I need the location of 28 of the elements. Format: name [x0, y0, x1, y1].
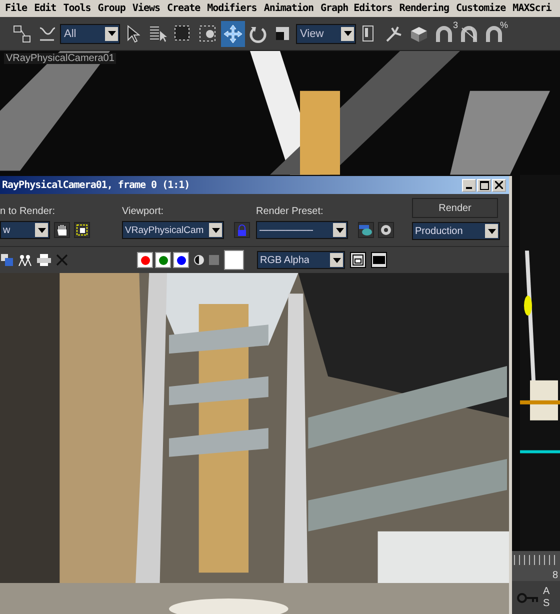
magnet-icon — [436, 26, 452, 42]
move-icon — [223, 24, 243, 44]
menu-item[interactable]: Group — [98, 3, 126, 14]
menu-item[interactable]: Customize — [456, 3, 506, 14]
tool-button[interactable]: % — [482, 20, 506, 46]
menu-item[interactable]: MAXScri — [512, 3, 552, 14]
menu-item[interactable]: Rendering — [399, 3, 449, 14]
menu-item[interactable]: Graph Editors — [320, 3, 392, 14]
menu-item[interactable]: Tools — [63, 3, 91, 14]
dropdown[interactable]: View — [296, 24, 356, 44]
caret-icon — [344, 31, 352, 36]
snap-label: 3 — [452, 20, 458, 30]
dropdown[interactable]: All — [60, 24, 120, 44]
magnet-icon — [461, 26, 477, 42]
menu-item[interactable]: Views — [132, 3, 160, 14]
tool-button[interactable]: 3 — [432, 20, 456, 46]
link-icon — [12, 24, 32, 44]
menu-item[interactable]: Edit — [34, 3, 56, 14]
magnet-icon — [486, 26, 502, 42]
menu-item[interactable]: Animation — [264, 3, 314, 14]
caret-icon — [108, 31, 116, 36]
menu-item[interactable]: Modifiers — [207, 3, 257, 14]
list-cursor-icon — [148, 24, 168, 44]
cursor-icon — [126, 24, 140, 44]
menu-item[interactable]: Create — [167, 3, 200, 14]
menu-item[interactable]: File — [5, 3, 28, 14]
snap-label: % — [500, 20, 508, 30]
wrench-icon — [384, 24, 404, 44]
